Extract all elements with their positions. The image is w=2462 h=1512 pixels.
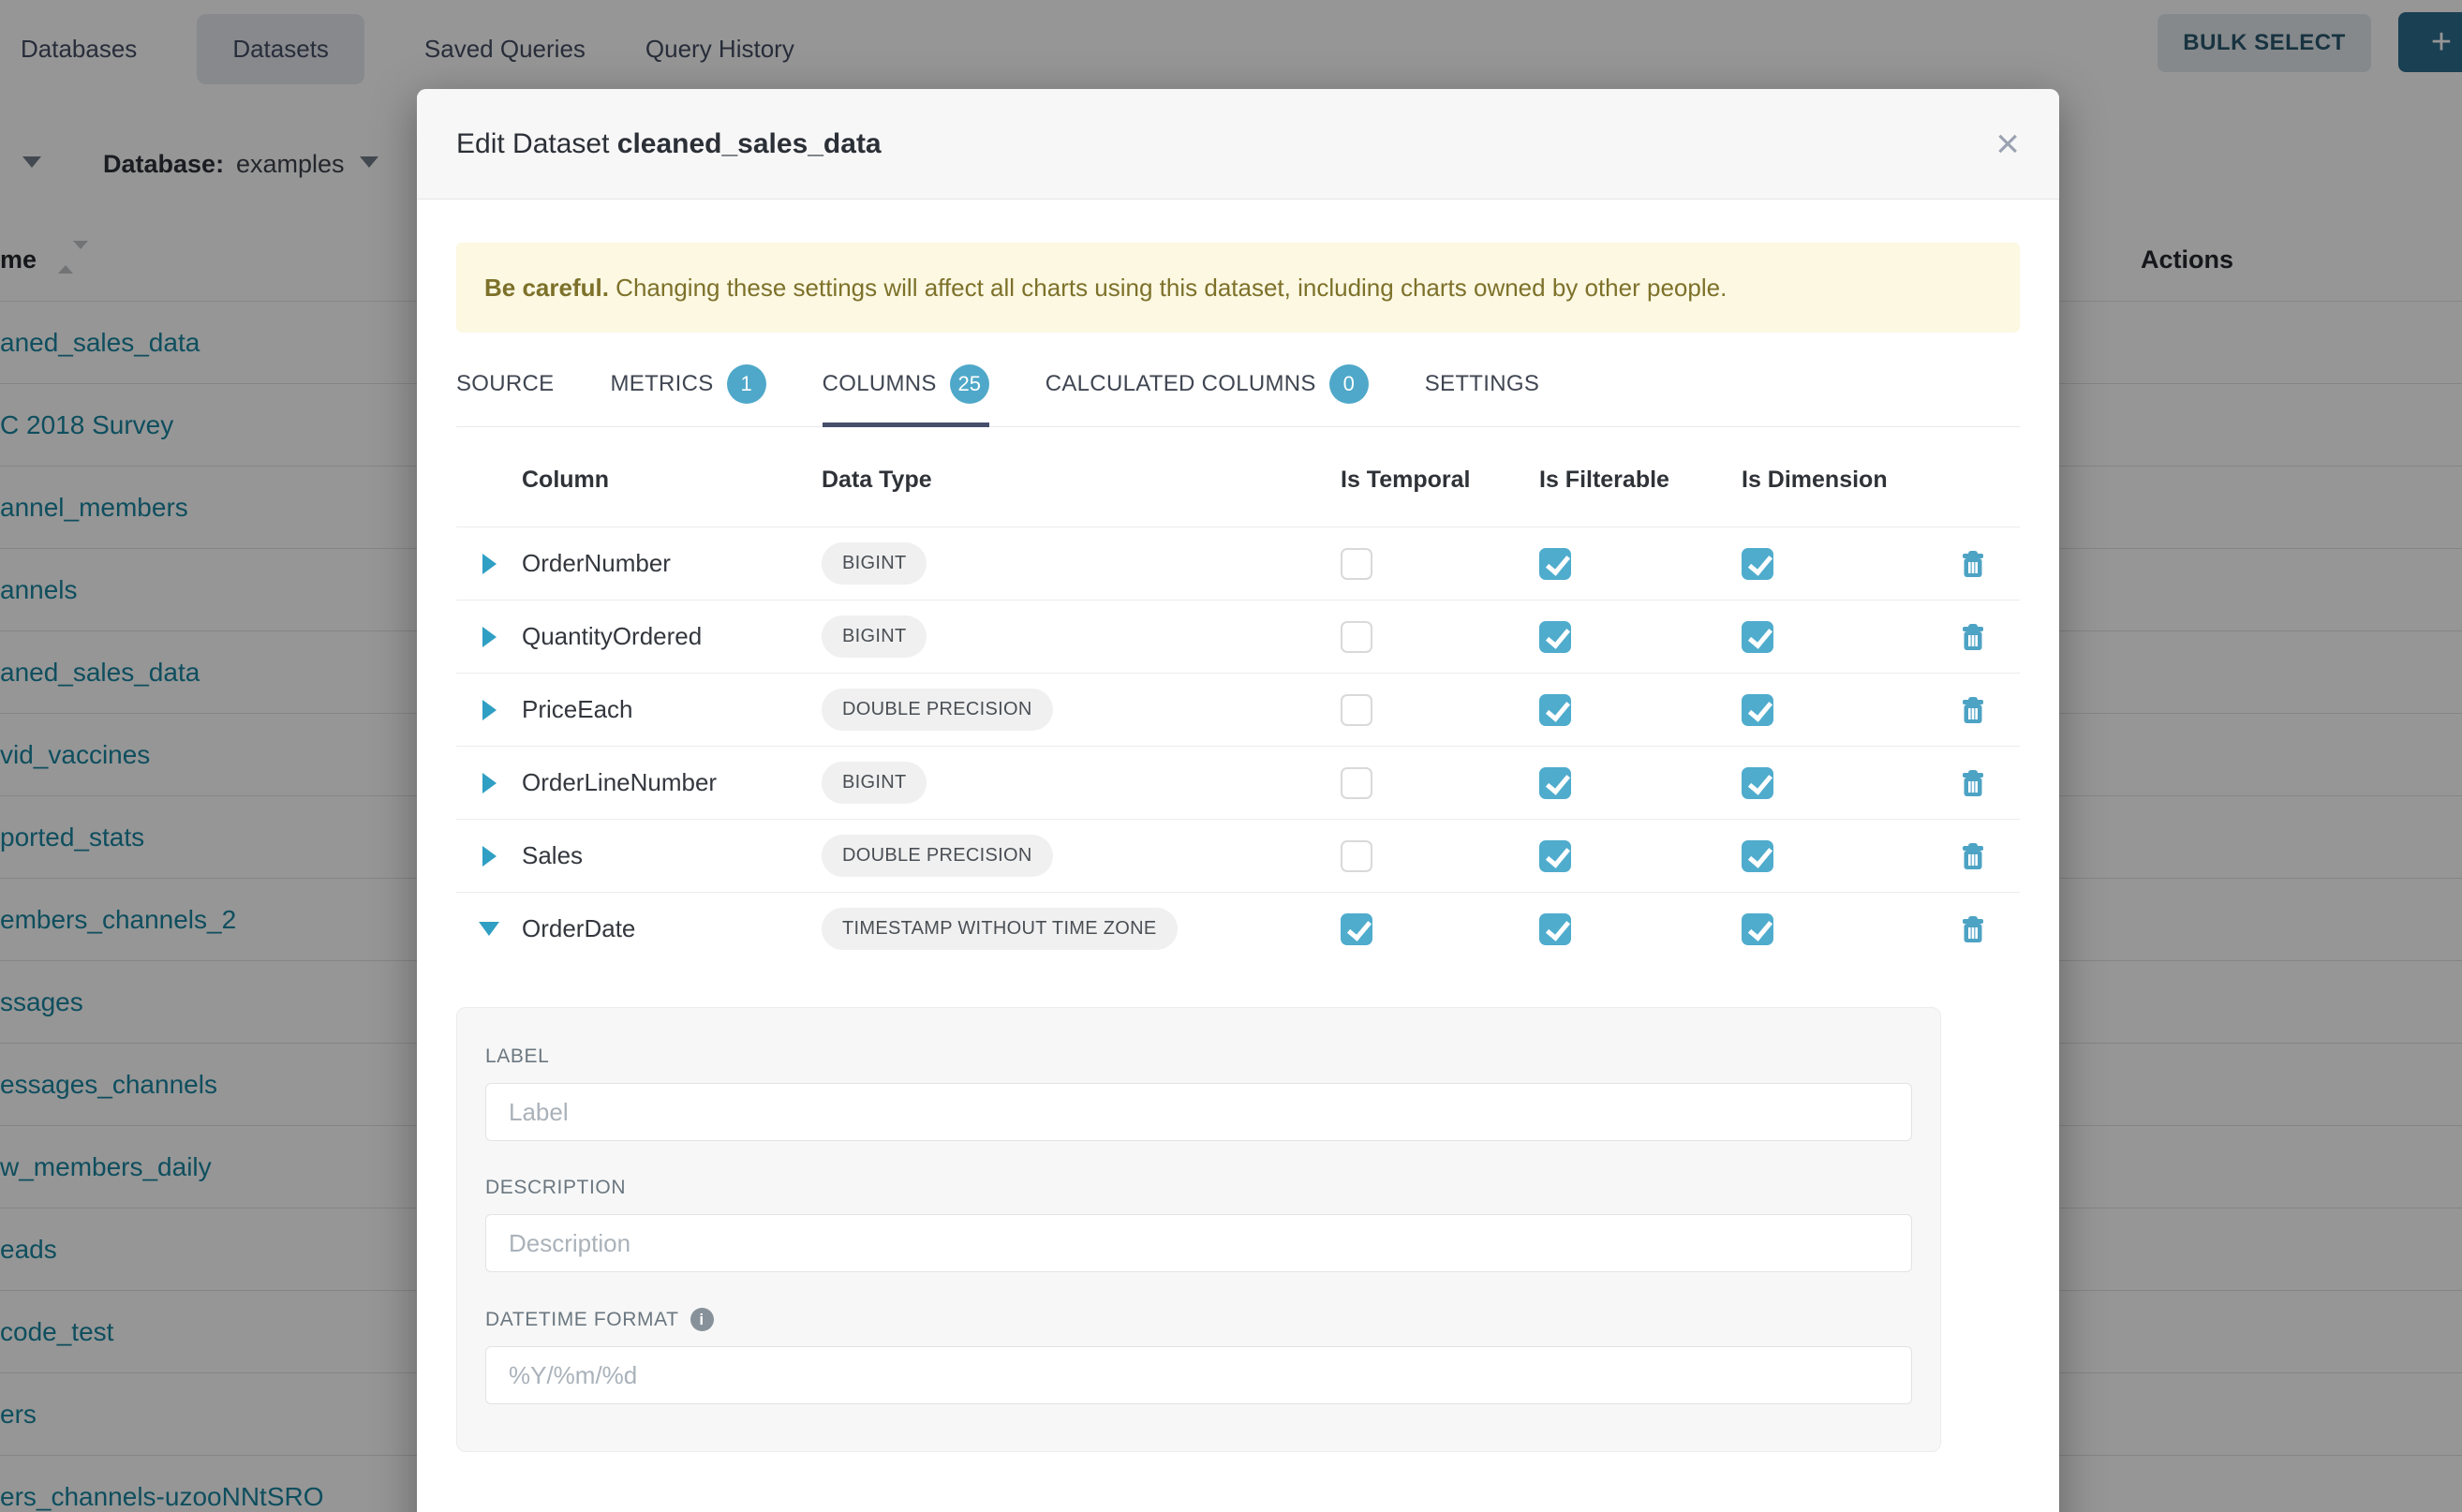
tab-label: SOURCE xyxy=(456,371,554,397)
is-filterable-checkbox[interactable] xyxy=(1539,767,1571,799)
is-temporal-header: Is Temporal xyxy=(1322,467,1520,494)
tab-label: SETTINGS xyxy=(1425,371,1539,397)
tab-label: METRICS xyxy=(610,371,713,397)
tab-count-badge: 1 xyxy=(727,364,766,404)
is-filterable-checkbox[interactable] xyxy=(1539,548,1571,580)
is-dimension-checkbox[interactable] xyxy=(1742,840,1773,872)
tab-count-badge: 25 xyxy=(950,364,989,404)
delete-column-icon[interactable] xyxy=(1962,770,1984,796)
data-type-pill: DOUBLE PRECISION xyxy=(822,689,1053,731)
delete-column-icon[interactable] xyxy=(1962,697,1984,723)
expand-caret-icon[interactable] xyxy=(482,700,497,720)
column-row-sales: SalesDOUBLE PRECISION xyxy=(456,819,2020,892)
modal-body: Be careful. Changing these settings will… xyxy=(417,243,2059,1452)
column-name: PriceEach xyxy=(522,695,822,724)
data-type-pill: BIGINT xyxy=(822,542,927,585)
column-name: QuantityOrdered xyxy=(522,622,822,651)
tab-settings[interactable]: SETTINGS xyxy=(1425,364,1539,426)
datetime-format-input[interactable] xyxy=(485,1346,1912,1404)
is-dimension-checkbox[interactable] xyxy=(1742,621,1773,653)
data-type-pill: BIGINT xyxy=(822,762,927,804)
tab-columns[interactable]: COLUMNS 25 xyxy=(823,364,989,426)
is-temporal-checkbox[interactable] xyxy=(1341,694,1372,726)
data-type-pill: BIGINT xyxy=(822,615,927,658)
dataset-name: cleaned_sales_data xyxy=(617,128,882,159)
is-filterable-checkbox[interactable] xyxy=(1539,694,1571,726)
is-temporal-checkbox[interactable] xyxy=(1341,767,1372,799)
is-temporal-checkbox[interactable] xyxy=(1341,913,1372,945)
edit-dataset-modal: Edit Dataset cleaned_sales_data × Be car… xyxy=(417,89,2059,1512)
column-detail-panel: LABEL DESCRIPTION DATETIME FORMAT i xyxy=(456,1007,1941,1452)
warning-bold: Be careful. xyxy=(484,274,609,302)
is-temporal-checkbox[interactable] xyxy=(1341,840,1372,872)
column-header: Column xyxy=(522,467,822,494)
label-form-group: LABEL xyxy=(485,1045,1912,1141)
datetime-format-form-group: DATETIME FORMAT i xyxy=(485,1308,1912,1404)
column-name: OrderLineNumber xyxy=(522,768,822,797)
data-type-header: Data Type xyxy=(822,467,1322,494)
tab-count-badge: 0 xyxy=(1329,364,1369,404)
info-icon[interactable]: i xyxy=(690,1308,714,1331)
column-row-priceeach: PriceEachDOUBLE PRECISION xyxy=(456,673,2020,746)
is-filterable-checkbox[interactable] xyxy=(1539,621,1571,653)
columns-table-header: Column Data Type Is Temporal Is Filterab… xyxy=(456,433,2020,526)
expand-caret-icon[interactable] xyxy=(482,773,497,793)
column-row-orderdate: OrderDateTIMESTAMP WITHOUT TIME ZONE xyxy=(456,892,2020,965)
is-temporal-checkbox[interactable] xyxy=(1341,548,1372,580)
modal-header: Edit Dataset cleaned_sales_data × xyxy=(417,89,2059,200)
tab-source[interactable]: SOURCE xyxy=(456,364,554,426)
expand-caret-icon[interactable] xyxy=(482,627,497,647)
columns-table: Column Data Type Is Temporal Is Filterab… xyxy=(456,433,2020,965)
tab-label: COLUMNS xyxy=(823,371,937,397)
expand-caret-icon[interactable] xyxy=(482,846,497,867)
column-name: OrderDate xyxy=(522,914,822,943)
tab-calculated-columns[interactable]: CALCULATED COLUMNS 0 xyxy=(1046,364,1369,426)
modal-tabs: SOURCE METRICS 1 COLUMNS 25 CALCULATED COLUMN… xyxy=(456,364,2020,427)
datetime-format-field-label: DATETIME FORMAT i xyxy=(485,1308,1912,1331)
is-dimension-checkbox[interactable] xyxy=(1742,694,1773,726)
is-dimension-checkbox[interactable] xyxy=(1742,548,1773,580)
expand-caret-icon[interactable] xyxy=(482,554,497,574)
label-field-label: LABEL xyxy=(485,1045,1912,1068)
warning-text: Changing these settings will affect all … xyxy=(609,274,1727,302)
modal-title: Edit Dataset cleaned_sales_data xyxy=(456,128,882,160)
column-name: Sales xyxy=(522,841,822,870)
delete-column-icon[interactable] xyxy=(1962,551,1984,577)
description-form-group: DESCRIPTION xyxy=(485,1177,1912,1272)
is-filterable-checkbox[interactable] xyxy=(1539,913,1571,945)
column-row-quantityordered: QuantityOrderedBIGINT xyxy=(456,600,2020,673)
description-field-label: DESCRIPTION xyxy=(485,1177,1912,1199)
is-dimension-header: Is Dimension xyxy=(1723,467,1925,494)
data-type-pill: DOUBLE PRECISION xyxy=(822,835,1053,877)
description-input[interactable] xyxy=(485,1214,1912,1272)
delete-column-icon[interactable] xyxy=(1962,843,1984,869)
is-dimension-checkbox[interactable] xyxy=(1742,767,1773,799)
delete-column-icon[interactable] xyxy=(1962,624,1984,650)
tab-metrics[interactable]: METRICS 1 xyxy=(610,364,765,426)
column-name: OrderNumber xyxy=(522,549,822,578)
close-icon[interactable]: × xyxy=(1995,124,2020,165)
tab-label: CALCULATED COLUMNS xyxy=(1046,371,1316,397)
data-type-pill: TIMESTAMP WITHOUT TIME ZONE xyxy=(822,908,1178,950)
column-row-orderlinenumber: OrderLineNumberBIGINT xyxy=(456,746,2020,819)
column-row-ordernumber: OrderNumberBIGINT xyxy=(456,526,2020,600)
warning-banner: Be careful. Changing these settings will… xyxy=(456,243,2020,333)
is-dimension-checkbox[interactable] xyxy=(1742,913,1773,945)
delete-column-icon[interactable] xyxy=(1962,916,1984,942)
is-temporal-checkbox[interactable] xyxy=(1341,621,1372,653)
collapse-caret-icon[interactable] xyxy=(479,922,499,936)
is-filterable-checkbox[interactable] xyxy=(1539,840,1571,872)
label-input[interactable] xyxy=(485,1083,1912,1141)
is-filterable-header: Is Filterable xyxy=(1520,467,1723,494)
